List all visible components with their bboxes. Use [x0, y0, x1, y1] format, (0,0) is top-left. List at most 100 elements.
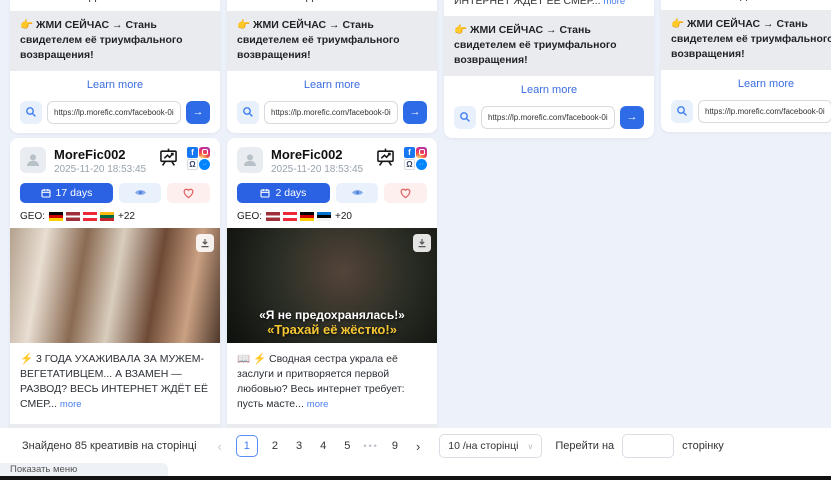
page-2[interactable]: 2 — [272, 440, 278, 452]
creative-text: 📖 ⚡ Сводная сестра украла её заслуги и п… — [227, 343, 437, 420]
creative-text: ⚡ 3 ГОДА УХАЖИВАЛА ЗА МУЖЕМ-ВЕГЕТАТИВЦЕМ… — [10, 343, 220, 420]
next-page-button[interactable]: › — [416, 439, 420, 454]
page-1-active[interactable]: 1 — [236, 435, 258, 457]
favorite-heart-button[interactable] — [384, 183, 427, 203]
show-menu-button[interactable]: Показать меню — [0, 463, 168, 476]
audience-network-icon: Ω — [187, 159, 198, 170]
landing-url-input[interactable] — [47, 101, 181, 124]
goto-page-input[interactable] — [622, 434, 674, 458]
chevron-down-icon: ∨ — [527, 442, 533, 451]
more-link: more — [386, 0, 408, 3]
cta-banner: 👉 ЖМИ СЕЙЧАС → Стань свидетелем её триум… — [10, 11, 220, 71]
bottom-strip: Показать меню — [0, 462, 831, 480]
days-active-button[interactable]: 2 days — [237, 183, 330, 203]
landing-url-row: → — [237, 101, 427, 124]
open-url-button[interactable]: → — [403, 101, 427, 124]
download-image-icon[interactable] — [413, 234, 431, 252]
flag-at-icon — [283, 212, 297, 221]
flag-de-icon — [300, 212, 314, 221]
geo-label: GEO: — [20, 211, 45, 222]
page-3[interactable]: 3 — [296, 440, 302, 452]
learn-more-link[interactable]: Learn more — [10, 71, 220, 95]
more-link: more — [820, 0, 831, 2]
prev-page-button[interactable]: ‹ — [218, 439, 222, 454]
pagination-bar: Знайдено 85 креативів на сторінці ‹ 1 2 … — [0, 428, 831, 464]
results-count: Знайдено 85 креативів на сторінці — [22, 440, 197, 452]
page-4[interactable]: 4 — [320, 440, 326, 452]
column-1: ИНТЕРНЕТ ЖДЁТ ЕЁ СМЕР... more 👉 ЖМИ СЕЙЧ… — [10, 0, 220, 480]
preview-eye-button[interactable] — [119, 183, 162, 203]
open-url-button[interactable]: → — [620, 106, 644, 129]
window-edge-bar — [0, 476, 831, 480]
preview-eye-button[interactable] — [336, 183, 379, 203]
favorite-heart-button[interactable] — [167, 183, 210, 203]
flag-de-icon — [49, 212, 63, 221]
more-link[interactable]: more — [307, 399, 329, 410]
page-5[interactable]: 5 — [344, 440, 350, 452]
messenger-icon — [199, 159, 210, 170]
facebook-icon: f — [404, 147, 415, 158]
creative-timestamp: 2025-11-20 18:53:45 — [271, 164, 375, 175]
geo-more-count: +20 — [335, 211, 352, 222]
analytics-board-icon[interactable] — [375, 147, 396, 168]
geo-more-count: +22 — [118, 211, 135, 222]
instagram-icon — [416, 147, 427, 158]
goto-page-suffix: сторінку — [682, 440, 724, 452]
creative-timestamp: 2025-11-20 18:53:45 — [54, 164, 158, 175]
analytics-board-icon[interactable] — [158, 147, 179, 168]
platform-icons: f Ω — [404, 147, 427, 170]
more-link[interactable]: more — [60, 399, 82, 410]
facebook-icon: f — [187, 147, 198, 158]
goto-page-label: Перейти на — [555, 440, 614, 452]
learn-more-link[interactable]: Learn more — [444, 76, 654, 100]
learn-more-link[interactable]: Learn more — [227, 71, 437, 95]
profile-name: MoreFic002 — [54, 147, 158, 162]
landing-url-row: → — [20, 101, 210, 124]
cta-banner: 👉 ЖМИ СЕЙЧАС → Стань свидетелем её триум… — [227, 11, 437, 71]
page-ellipsis[interactable]: ••• — [363, 441, 378, 451]
ad-card-partial: ИНТЕРНЕТ ЖДЁТ ЕЁ СМЕР... more 👉 ЖМИ СЕЙЧ… — [661, 0, 831, 132]
landing-url-input[interactable] — [698, 100, 831, 123]
open-url-button[interactable]: → — [186, 101, 210, 124]
more-link: more — [603, 0, 625, 7]
search-icon[interactable] — [454, 106, 476, 129]
truncated-text-line: ИНТЕРНЕТ ЖДЁТ ЕЁ СМЕР... more — [454, 0, 644, 8]
flag-lt-icon — [100, 212, 114, 221]
creative-actions: 2 days — [237, 183, 427, 203]
page-size-select[interactable]: 10 /на сторінці∨ — [439, 434, 542, 458]
flag-ee-icon — [317, 212, 331, 221]
truncated-text-line: ИНТЕРНЕТ ЖДЁТ ЕЁ СМЕР... more — [671, 0, 831, 2]
creative-image[interactable] — [10, 228, 220, 343]
column-3: ИНТЕРНЕТ ЖДЁТ ЕЁ СМЕР... more 👉 ЖМИ СЕЙЧ… — [444, 0, 654, 138]
geo-flags — [266, 212, 331, 221]
column-2: ИНТЕРНЕТ ЖДЁТ ЕЁ СМЕР... more 👉 ЖМИ СЕЙЧ… — [227, 0, 437, 480]
geo-row: GEO: +22 — [20, 211, 210, 222]
page-9[interactable]: 9 — [392, 440, 398, 452]
geo-label: GEO: — [237, 211, 262, 222]
cta-banner: 👉 ЖМИ СЕЙЧАС → Стань свидетелем её триум… — [444, 16, 654, 76]
search-icon[interactable] — [20, 101, 42, 124]
ad-card-partial: ИНТЕРНЕТ ЖДЁТ ЕЁ СМЕР... more 👉 ЖМИ СЕЙЧ… — [227, 0, 437, 133]
audience-network-icon: Ω — [404, 159, 415, 170]
landing-url-input[interactable] — [264, 101, 398, 124]
instagram-icon — [199, 147, 210, 158]
geo-row: GEO: +20 — [237, 211, 427, 222]
creative-image[interactable]: «Я не предохранялась!» «Трахай её жёстко… — [227, 228, 437, 343]
column-4: ИНТЕРНЕТ ЖДЁТ ЕЁ СМЕР... more 👉 ЖМИ СЕЙЧ… — [661, 0, 831, 132]
geo-flags — [49, 212, 114, 221]
truncated-text-line: ИНТЕРНЕТ ЖДЁТ ЕЁ СМЕР... more — [20, 0, 210, 3]
days-active-button[interactable]: 17 days — [20, 183, 113, 203]
download-image-icon[interactable] — [196, 234, 214, 252]
search-icon[interactable] — [671, 100, 693, 123]
landing-url-input[interactable] — [481, 106, 615, 129]
more-link: more — [169, 0, 191, 3]
platform-icons: f Ω — [187, 147, 210, 170]
image-caption: «Я не предохранялась!» «Трахай её жёстко… — [227, 308, 437, 337]
landing-url-row: → — [671, 100, 831, 123]
avatar — [237, 147, 263, 173]
creative-header: MoreFic002 2025-11-20 18:53:45 f Ω — [10, 138, 220, 179]
truncated-text-line: ИНТЕРНЕТ ЖДЁТ ЕЁ СМЕР... more — [237, 0, 427, 3]
learn-more-link[interactable]: Learn more — [661, 70, 831, 94]
landing-url-row: → — [454, 106, 644, 129]
search-icon[interactable] — [237, 101, 259, 124]
